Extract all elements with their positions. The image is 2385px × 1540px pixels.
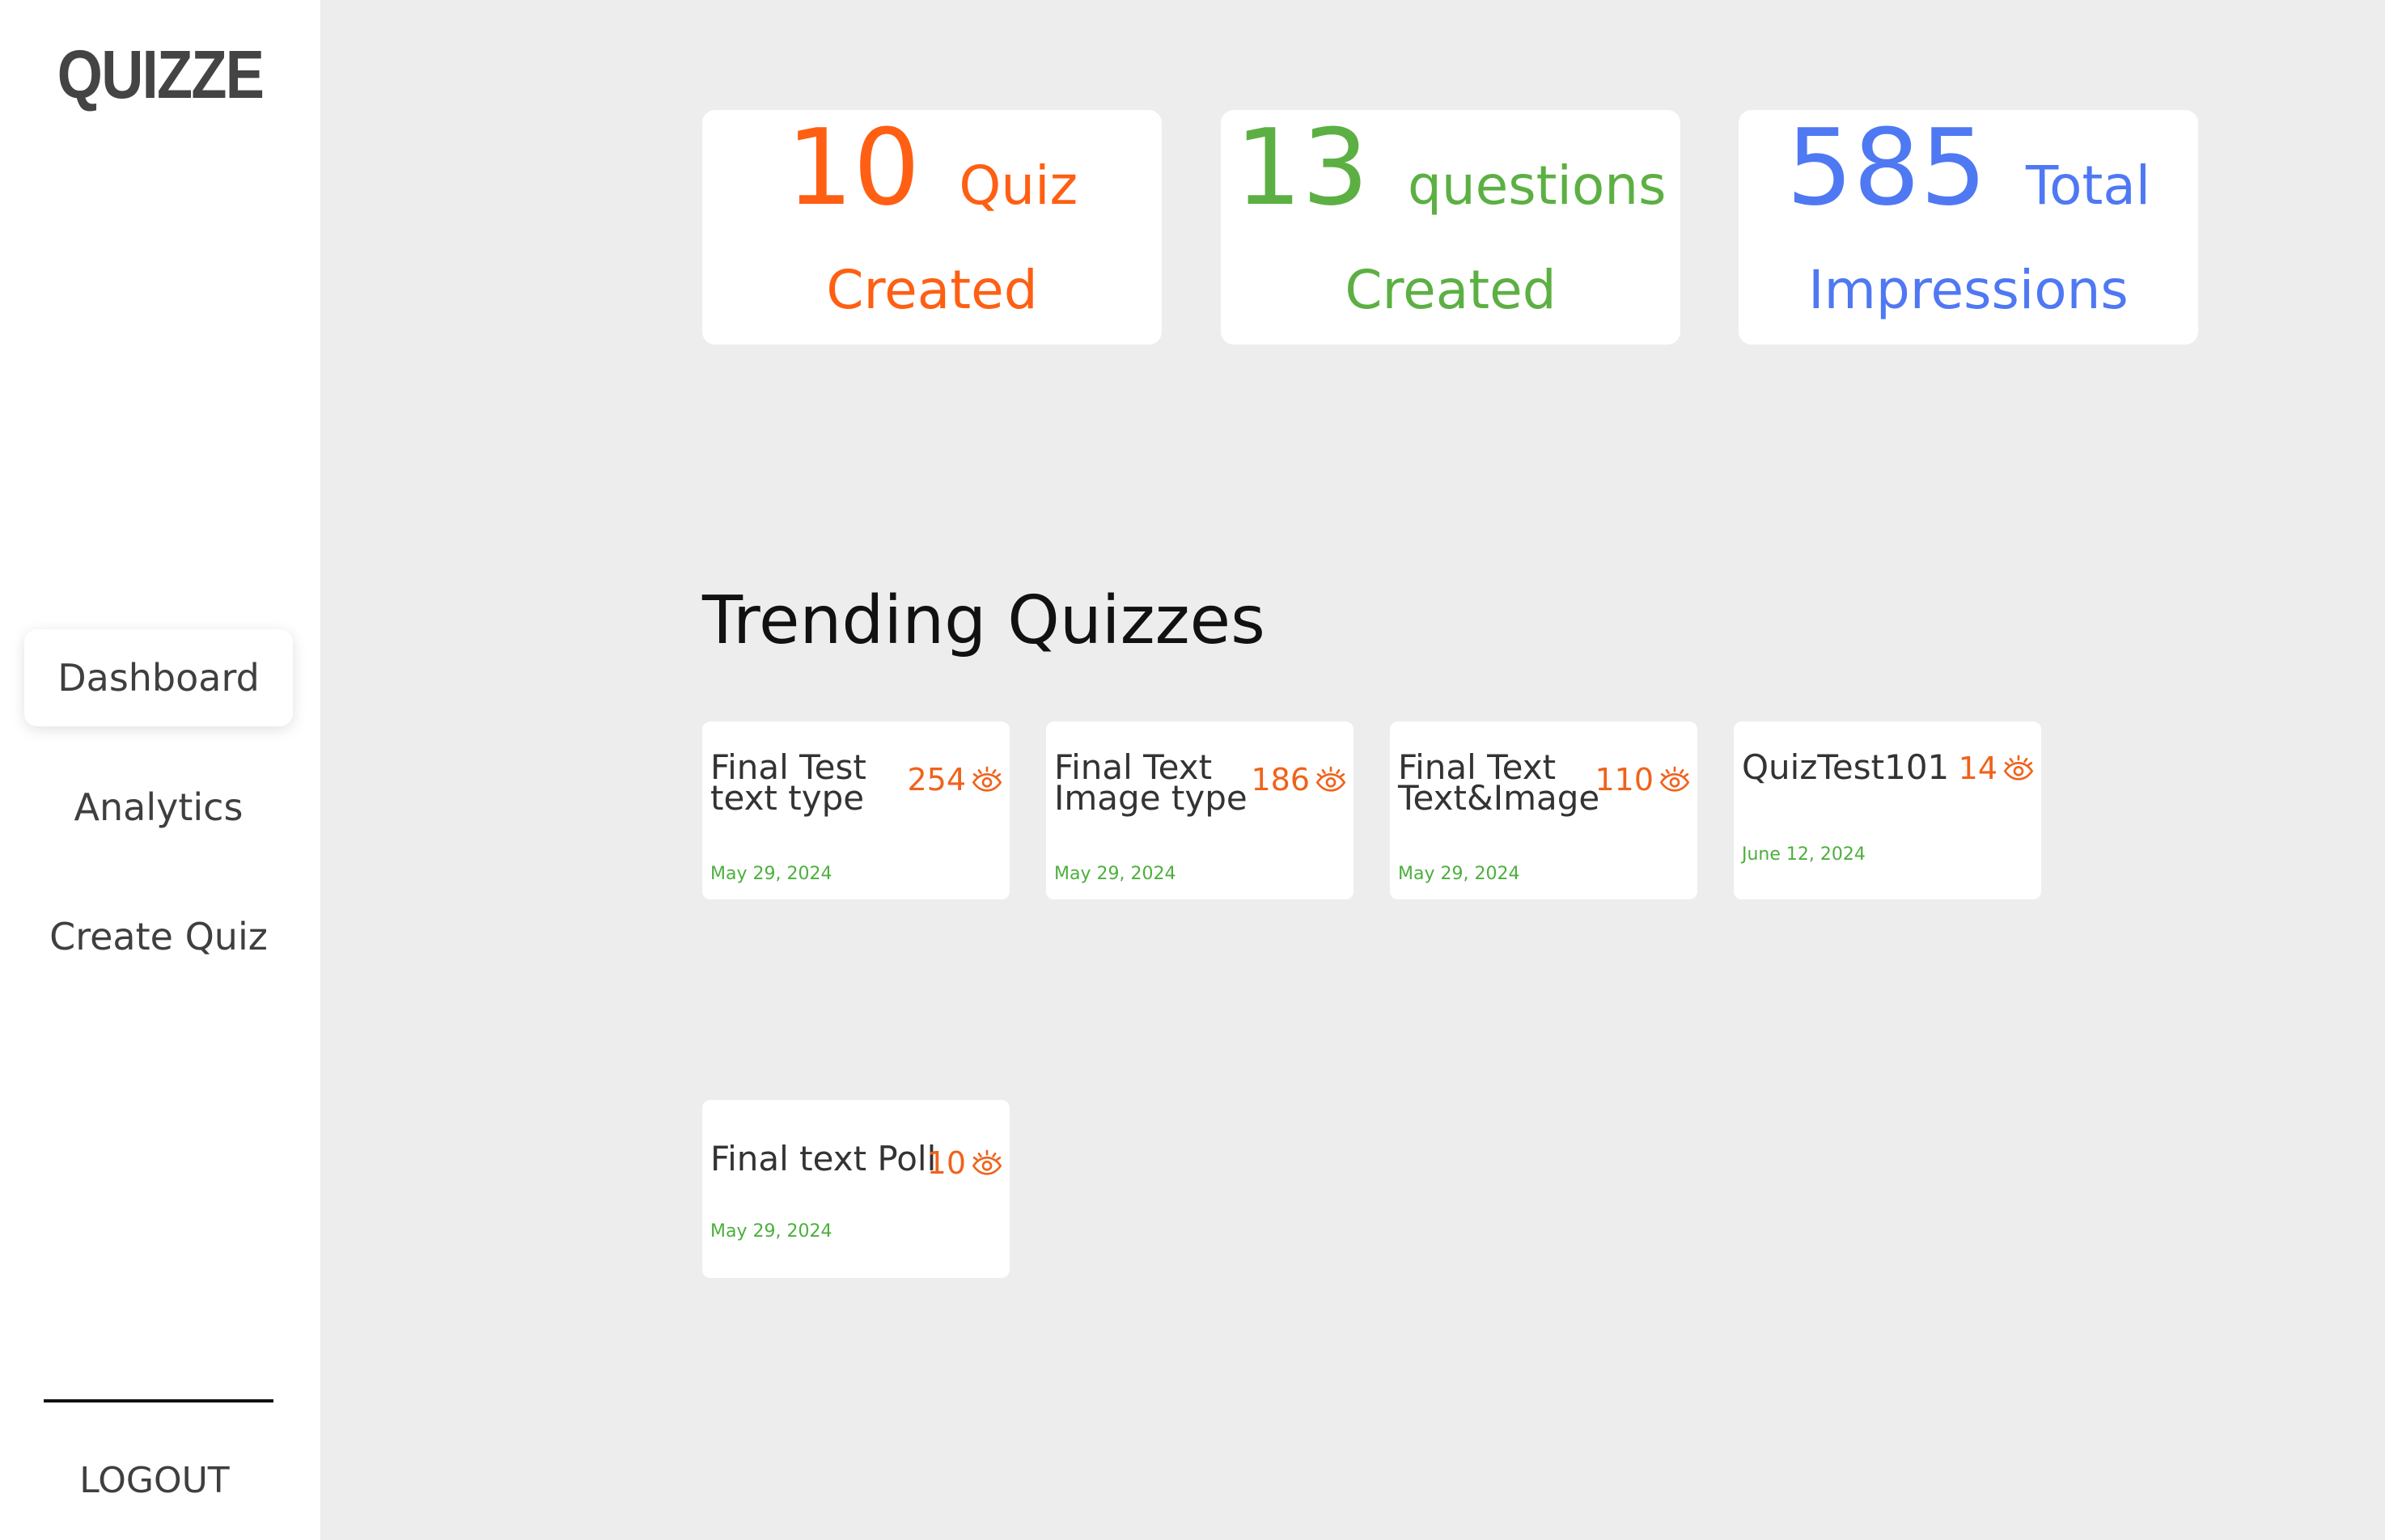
views-count: 14 — [1958, 751, 1997, 786]
quiz-name-line: Image type — [1054, 778, 1248, 818]
views-count: 110 — [1595, 762, 1654, 798]
stat-top: 10 Quiz — [702, 115, 1162, 220]
sidebar: QUIZZE Dashboard Analytics Create Quiz L… — [0, 0, 320, 1540]
nav-analytics[interactable]: Analytics — [24, 759, 293, 856]
stat-card-impressions: 585 Total Impressions — [1739, 110, 2198, 345]
quiz-card[interactable]: Final Text Text&Image 110 May 29, 2024 — [1390, 721, 1697, 899]
quiz-views: 14 — [1959, 751, 2035, 786]
sidebar-divider — [44, 1399, 273, 1402]
app-logo: QUIZZE — [57, 36, 265, 112]
stat-unit: questions — [1407, 154, 1667, 217]
quiz-name: Final Text Image type — [1054, 751, 1248, 818]
stat-unit: Quiz — [959, 154, 1078, 217]
stat-number: 13 — [1235, 106, 1369, 229]
quiz-views: 110 — [1595, 762, 1691, 798]
views-count: 254 — [907, 762, 966, 798]
stat-unit: Total — [2026, 154, 2151, 217]
eye-icon — [1659, 766, 1690, 792]
quiz-name: QuizTest101 — [1742, 747, 1950, 787]
stat-card-quizzes: 10 Quiz Created — [702, 110, 1162, 345]
quiz-name-line: QuizTest101 — [1742, 747, 1950, 787]
eye-icon — [2003, 755, 2034, 781]
quiz-views: 254 — [907, 762, 1003, 798]
stat-card-questions: 13 questions Created — [1221, 110, 1680, 345]
quiz-name-line: Final text Poll — [710, 1139, 937, 1178]
eye-icon — [972, 766, 1002, 792]
stat-number: 10 — [786, 106, 921, 229]
views-count: 10 — [926, 1145, 966, 1181]
stat-caption: Created — [1345, 259, 1557, 321]
quiz-card[interactable]: Final Test text type 254 May 29, 2024 — [702, 721, 1010, 899]
eye-icon — [972, 1149, 1002, 1175]
stat-number: 585 — [1786, 106, 1987, 229]
app-root: QUIZZE Dashboard Analytics Create Quiz L… — [0, 0, 2385, 1540]
stat-top: 13 questions — [1221, 115, 1680, 220]
stat-top: 585 Total — [1739, 115, 2198, 220]
nav-dashboard[interactable]: Dashboard — [24, 629, 293, 726]
quiz-date: May 29, 2024 — [1054, 864, 1176, 884]
quiz-name: Final Test text type — [710, 751, 904, 818]
quiz-card[interactable]: QuizTest101 14 June 12, 2024 — [1734, 721, 2041, 899]
stat-caption: Impressions — [1808, 259, 2129, 321]
trending-title: Trending Quizzes — [702, 582, 1265, 659]
quiz-name: Final Text Text&Image — [1398, 751, 1600, 818]
quiz-card[interactable]: Final Text Image type 186 May 29, 2024 — [1046, 721, 1353, 899]
nav-create-quiz[interactable]: Create Quiz — [24, 888, 293, 985]
logout-button[interactable]: LOGOUT — [32, 1448, 277, 1512]
quiz-date: May 29, 2024 — [710, 864, 832, 884]
eye-icon — [1315, 766, 1346, 792]
quiz-date: June 12, 2024 — [1742, 844, 1866, 865]
quiz-views: 10 — [927, 1145, 1003, 1181]
quiz-date: May 29, 2024 — [1398, 864, 1520, 884]
quiz-name-line: text type — [710, 778, 865, 818]
quiz-name: Final text Poll — [710, 1139, 945, 1178]
views-count: 186 — [1251, 762, 1310, 798]
quiz-card[interactable]: Final text Poll 10 May 29, 2024 — [702, 1100, 1010, 1278]
quiz-date: May 29, 2024 — [710, 1221, 832, 1242]
quiz-name-line: Text&Image — [1398, 778, 1600, 818]
stat-caption: Created — [826, 259, 1038, 321]
quiz-views: 186 — [1251, 762, 1347, 798]
